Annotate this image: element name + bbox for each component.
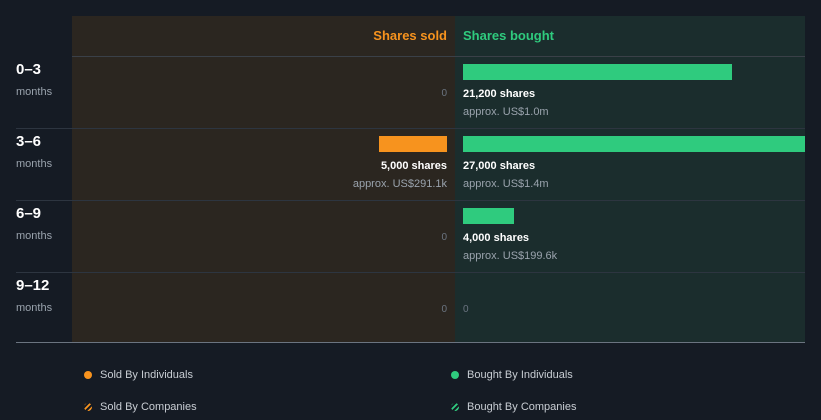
legend-swatch-hatched xyxy=(451,403,459,411)
bought-shares-label: 21,200 shares xyxy=(463,88,536,100)
bought-value-label: approx. US$1.0m xyxy=(463,106,549,118)
legend-swatch xyxy=(84,371,92,379)
sold-bar xyxy=(379,136,447,152)
bought-value-label: approx. US$199.6k xyxy=(463,250,558,262)
period-label: 6–9 xyxy=(16,205,42,222)
period-label: 0–3 xyxy=(16,61,42,78)
bought-zero-label: 0 xyxy=(463,304,469,315)
period-label: 9–12 xyxy=(16,277,50,294)
legend-bought-individuals: Bought By Individuals xyxy=(451,369,573,381)
legend-label: Sold By Companies xyxy=(100,401,197,413)
row-divider xyxy=(16,272,805,273)
bought-bar xyxy=(463,64,732,80)
period-label: 3–6 xyxy=(16,133,42,150)
row-divider xyxy=(16,200,805,201)
legend-swatch-hatched xyxy=(84,403,92,411)
row-divider xyxy=(16,128,805,129)
period-unit: months xyxy=(16,158,53,170)
legend-sold-individuals: Sold By Individuals xyxy=(84,369,193,381)
sold-zero-label: 0 xyxy=(441,232,447,243)
bought-shares-label: 4,000 shares xyxy=(463,232,530,244)
chart-baseline xyxy=(16,342,805,343)
period-unit: months xyxy=(16,302,53,314)
shares-sold-header: Shares sold xyxy=(373,28,447,43)
legend-swatch xyxy=(451,371,459,379)
legend-label: Bought By Individuals xyxy=(467,369,573,381)
period-unit: months xyxy=(16,86,53,98)
bought-bar xyxy=(463,136,805,152)
legend-label: Bought By Companies xyxy=(467,401,577,413)
bought-value-label: approx. US$1.4m xyxy=(463,178,549,190)
header-divider xyxy=(72,56,805,57)
legend-label: Sold By Individuals xyxy=(100,369,193,381)
legend-sold-companies: Sold By Companies xyxy=(84,401,197,413)
sold-zero-label: 0 xyxy=(441,304,447,315)
shares-bought-header: Shares bought xyxy=(463,28,555,43)
sold-shares-label: 5,000 shares xyxy=(380,160,447,172)
sold-zero-label: 0 xyxy=(441,88,447,99)
legend-bought-companies: Bought By Companies xyxy=(451,401,576,413)
sold-value-label: approx. US$291.1k xyxy=(352,178,447,190)
period-unit: months xyxy=(16,230,53,242)
bought-shares-label: 27,000 shares xyxy=(463,160,536,172)
bought-bar xyxy=(463,208,514,224)
